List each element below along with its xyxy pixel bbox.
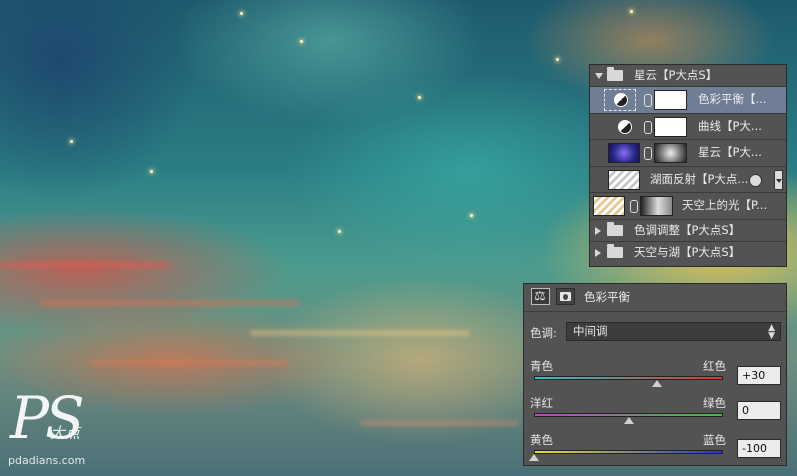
adjustment-layer-icon xyxy=(618,119,632,134)
folder-icon xyxy=(607,243,623,258)
layer-name: 色调调整【P大点S】 xyxy=(634,222,741,237)
yellow-blue-value-input[interactable]: -100 xyxy=(737,439,781,458)
folder-icon xyxy=(607,67,623,81)
reflection-streak xyxy=(0,262,170,268)
slider-right-label-blue: 蓝色 xyxy=(703,433,726,447)
layer-color-balance[interactable]: 色彩平衡【... xyxy=(590,87,786,114)
cyan-red-slider-track[interactable] xyxy=(534,376,723,380)
chain-link-icon[interactable] xyxy=(644,147,652,160)
star xyxy=(470,214,473,217)
layer-options-dropdown[interactable] xyxy=(774,169,783,190)
layer-name: 天空上的光【P... xyxy=(682,198,768,212)
layer-name: 色彩平衡【... xyxy=(698,92,767,106)
slider-left-label-cyan: 青色 xyxy=(530,359,553,373)
watermark-url: pdadians.com xyxy=(8,454,86,467)
watermark-small-text: 大点 xyxy=(50,424,81,442)
expand-triangle-icon[interactable] xyxy=(595,73,603,79)
star xyxy=(240,12,243,15)
chain-link-icon[interactable] xyxy=(630,200,638,213)
layer-lake-reflection[interactable]: 湖面反射【P大点... xyxy=(590,167,786,193)
layer-mask-thumbnail[interactable] xyxy=(654,90,687,110)
collapse-triangle-icon[interactable] xyxy=(595,248,601,257)
chain-link-icon[interactable] xyxy=(644,94,652,107)
layer-mask-thumbnail[interactable] xyxy=(640,196,673,216)
layer-thumbnail[interactable] xyxy=(608,169,640,190)
tone-select-value: 中间调 xyxy=(573,324,608,338)
layer-name: 星云【P大... xyxy=(698,145,762,159)
folder-icon xyxy=(607,221,623,236)
layer-thumbnail[interactable] xyxy=(593,196,625,216)
watermark-logo: PS 大点 pdadians.com xyxy=(6,388,116,474)
yellow-blue-slider-handle[interactable] xyxy=(529,454,539,461)
color-balance-tab[interactable]: ⚖ xyxy=(531,288,550,305)
cyan-red-slider-handle[interactable] xyxy=(651,380,662,387)
layer-group-nebula[interactable]: 星云【P大点S】 xyxy=(590,65,786,87)
magenta-green-slider-handle[interactable] xyxy=(623,417,634,424)
properties-title: 色彩平衡 xyxy=(584,290,630,304)
layer-name: 星云【P大点S】 xyxy=(634,68,718,82)
slider-left-label-yellow: 黄色 xyxy=(530,433,553,447)
balance-scale-icon: ⚖ xyxy=(534,289,546,304)
layer-thumbnail[interactable] xyxy=(608,143,640,163)
reflection-streak xyxy=(250,330,470,336)
layer-group-tone[interactable]: 色调调整【P大点S】 xyxy=(590,220,786,242)
reflection-streak xyxy=(360,420,520,426)
star xyxy=(630,10,633,13)
star xyxy=(70,140,73,143)
layer-name: 湖面反射【P大点... xyxy=(650,171,749,186)
tone-label: 色调: xyxy=(530,326,557,340)
layer-nebula[interactable]: 星云【P大... xyxy=(590,140,786,167)
star xyxy=(418,96,421,99)
slider-right-label-red: 红色 xyxy=(703,359,726,373)
reflection-streak xyxy=(40,300,300,306)
layer-style-icon[interactable] xyxy=(749,173,762,187)
collapse-triangle-icon[interactable] xyxy=(595,226,601,235)
select-arrows-icon: ▲ ▼ xyxy=(768,323,775,341)
cyan-red-value-input[interactable]: +30 xyxy=(737,366,781,385)
star xyxy=(150,170,153,173)
slider-right-label-green: 绿色 xyxy=(703,396,726,410)
adjustment-layer-icon xyxy=(614,93,628,107)
properties-header: ⚖ 色彩平衡 xyxy=(524,284,786,312)
layer-curves[interactable]: 曲线【P大... xyxy=(590,114,786,140)
chain-link-icon[interactable] xyxy=(644,120,652,134)
reflection-streak xyxy=(90,360,290,366)
star xyxy=(556,58,559,61)
slider-left-label-magenta: 洋红 xyxy=(530,396,553,410)
mask-tab[interactable] xyxy=(556,288,575,305)
layers-panel: 星云【P大点S】 色彩平衡【... 曲线【P大... 星云【P大... 湖面反射… xyxy=(589,64,787,267)
layer-mask-thumbnail[interactable] xyxy=(654,143,687,163)
layer-name: 曲线【P大... xyxy=(698,118,762,133)
star xyxy=(338,230,341,233)
star xyxy=(300,40,303,43)
layer-group-sky-lake[interactable]: 天空与湖【P大点S】 xyxy=(590,242,786,264)
properties-panel: ⚖ 色彩平衡 色调: 中间调 ▲ ▼ 青色 红色 +30 洋红 绿色 0 黄色 蓝… xyxy=(523,283,787,466)
tone-select[interactable]: 中间调 ▲ ▼ xyxy=(566,322,781,341)
yellow-blue-slider-track[interactable] xyxy=(534,450,723,454)
layer-name: 天空与湖【P大点S】 xyxy=(634,244,741,259)
layer-mask-thumbnail[interactable] xyxy=(654,116,687,137)
magenta-green-value-input[interactable]: 0 xyxy=(737,401,781,420)
layer-sky-light[interactable]: 天空上的光【P... xyxy=(590,193,786,220)
mask-icon xyxy=(560,292,571,301)
